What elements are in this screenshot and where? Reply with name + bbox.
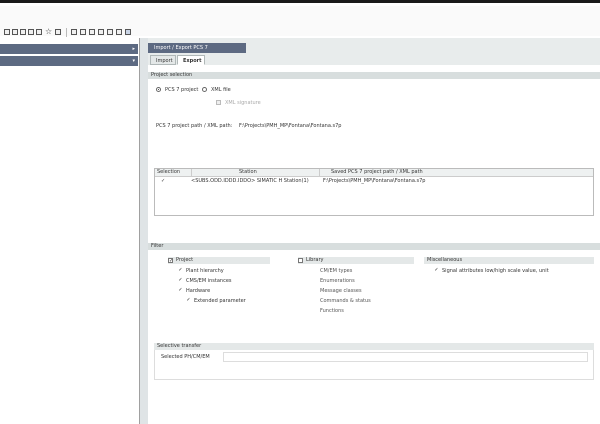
library-item: CM/EM types — [320, 268, 353, 274]
save-icon[interactable] — [20, 29, 26, 35]
column-divider — [191, 169, 192, 176]
path-label: PCS 7 project path / XML path: — [156, 123, 233, 129]
selected-ph-label: Selected PH/CM/EM — [161, 354, 210, 360]
library-item: Enumerations — [320, 278, 355, 284]
toolbar-separator — [66, 28, 67, 37]
signal-attr-label: Signal attributes low/high scale value, … — [442, 268, 549, 274]
hardware-label: Hardware — [186, 288, 211, 294]
import-icon[interactable] — [125, 29, 131, 35]
path-value[interactable]: F:\Projects\PMH_MP\Fontana\Fontana.s7p — [239, 123, 341, 129]
export-icon[interactable] — [116, 29, 122, 35]
wizard-icon[interactable] — [80, 29, 86, 35]
library-checkbox[interactable] — [298, 258, 303, 263]
dropdown-arrow-icon[interactable]: ▾ — [132, 56, 135, 66]
library-filter-head: Library — [298, 257, 414, 264]
xml-signature-checkbox[interactable] — [216, 100, 221, 105]
open-icon[interactable] — [12, 29, 18, 35]
plant-hierarchy-label: Plant hierarchy — [186, 268, 224, 274]
extended-param-check[interactable]: ✓ — [186, 298, 191, 303]
radio-xml-file[interactable] — [202, 87, 207, 92]
tab-export[interactable]: Export — [177, 55, 205, 65]
panel-splitter[interactable] — [140, 38, 148, 424]
check-icon[interactable] — [89, 29, 95, 35]
hardware-check[interactable]: ✓ — [178, 288, 183, 293]
signal-attr-check[interactable]: ✓ — [434, 268, 439, 273]
compile-icon[interactable] — [71, 29, 77, 35]
window-top-border — [0, 0, 600, 3]
cms-em-check[interactable]: ✓ — [178, 278, 183, 283]
extended-param-label: Extended parameter — [194, 298, 246, 304]
library-item: Message classes — [320, 288, 362, 294]
tab-import[interactable]: Import — [150, 55, 176, 65]
export-content: Project selection PCS 7 project XML file… — [148, 65, 600, 424]
radio-xml-label: XML file — [211, 87, 231, 93]
project-filter-head: ✓ Project — [168, 257, 270, 264]
row-checkbox[interactable]: ✓ — [161, 178, 165, 184]
home-icon[interactable] — [55, 29, 61, 35]
document-tab[interactable]: Import / Export PCS 7 — [148, 43, 246, 53]
library-item: Commands & status — [320, 298, 371, 304]
cms-em-label: CMS/EM instances — [186, 278, 232, 284]
col-station[interactable]: Station — [239, 169, 257, 175]
row-path[interactable]: F:\Projects\PMH_MP\Fontana\Fontana.s7p — [323, 178, 425, 184]
library-item: Functions — [320, 308, 344, 314]
sidebar-subheader[interactable]: ▾ — [0, 56, 138, 66]
toolbar: ☆ — [0, 6, 600, 37]
selected-ph-field[interactable] — [223, 352, 588, 362]
new-icon[interactable] — [4, 29, 10, 35]
radio-pcs7-project[interactable] — [156, 87, 161, 92]
filter-heading: Filter — [148, 243, 600, 250]
xml-signature-label: XML signature — [225, 100, 261, 106]
project-checkbox[interactable]: ✓ — [168, 258, 173, 264]
column-divider — [319, 169, 320, 176]
library-filter-label: Library — [306, 257, 324, 263]
main-panel: Import / Export PCS 7 Import Export Proj… — [148, 38, 600, 424]
download-icon[interactable] — [98, 29, 104, 35]
misc-filter-head: Miscellaneous — [424, 257, 594, 264]
radio-pcs7-label: PCS 7 project — [165, 87, 199, 93]
sidebar-header[interactable]: ▸ — [0, 44, 138, 54]
plant-hierarchy-check[interactable]: ✓ — [178, 268, 183, 273]
expand-arrow-icon[interactable]: ▸ — [132, 44, 135, 54]
col-saved-path[interactable]: Saved PCS 7 project path / XML path — [331, 169, 423, 175]
properties-icon[interactable] — [28, 29, 34, 35]
window-icon[interactable] — [36, 29, 42, 35]
selective-transfer-row: Selected PH/CM/EM — [154, 350, 594, 380]
star-icon[interactable]: ☆ — [45, 27, 52, 36]
sidebar: ▸ ▾ — [0, 38, 140, 424]
project-filter-label: Project — [176, 257, 194, 263]
project-selection-heading: Project selection — [148, 72, 600, 79]
selective-transfer-heading: Selective transfer — [154, 343, 594, 350]
edit-icon[interactable] — [107, 29, 113, 35]
col-selection[interactable]: Selection — [157, 169, 180, 175]
station-grid: Selection Station Saved PCS 7 project pa… — [154, 168, 594, 216]
grid-header: Selection Station Saved PCS 7 project pa… — [155, 169, 593, 177]
row-station[interactable]: <SUBS.ODD.IDDD.IDDO> SIMATIC H Station(1… — [191, 178, 309, 184]
